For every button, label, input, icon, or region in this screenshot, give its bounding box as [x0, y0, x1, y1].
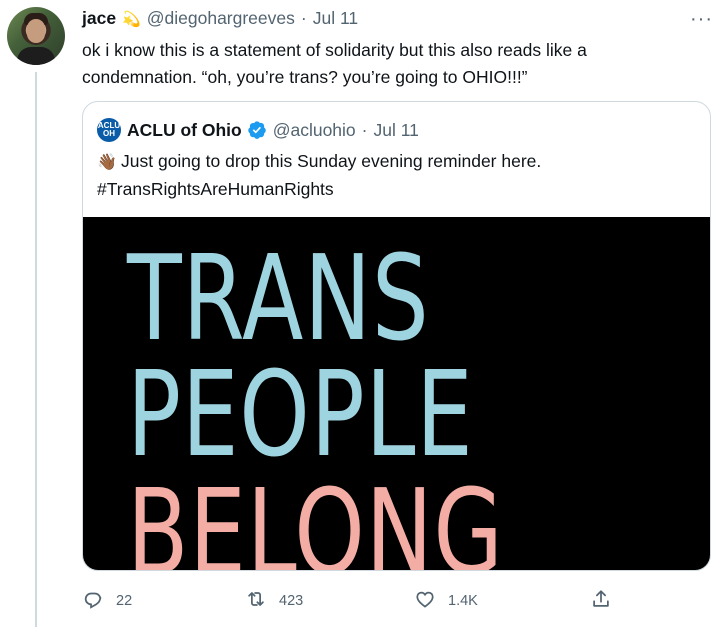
more-options-icon[interactable]: ··· [690, 8, 713, 31]
image-word-people: PEOPLE [127, 345, 474, 483]
quoted-author-handle[interactable]: @acluohio [273, 120, 356, 141]
like-count: 1.4K [448, 593, 478, 609]
logo-text-oh: OH [103, 129, 115, 138]
quoted-separator: · [361, 119, 368, 140]
like-button[interactable]: 1.4K [414, 588, 478, 614]
reply-count: 22 [116, 593, 133, 609]
quoted-header: ACLU OH ACLU of Ohio @acluohio · Jul 11 [97, 118, 419, 142]
waving-hand-icon: 👋🏾 [97, 154, 117, 171]
quoted-tweet[interactable]: ACLU OH ACLU of Ohio @acluohio · Jul 11 … [82, 101, 711, 571]
aclu-logo-avatar[interactable]: ACLU OH [97, 118, 121, 142]
sparkle-star-icon: 💫 [122, 10, 141, 28]
reply-icon [82, 588, 104, 614]
author-name[interactable]: jace [82, 8, 116, 29]
retweet-count: 423 [279, 593, 304, 609]
share-icon [590, 588, 612, 614]
tweet-date[interactable]: Jul 11 [313, 8, 358, 29]
quoted-text: 👋🏾 Just going to drop this Sunday evening… [97, 148, 697, 203]
like-icon [414, 588, 436, 614]
retweet-button[interactable]: 423 [245, 588, 303, 614]
tweet-header: jace 💫 @diegohargreeves · Jul 11 [82, 8, 358, 29]
reply-button[interactable]: 22 [82, 588, 132, 614]
tweet-actions: 22 423 1.4K [82, 588, 622, 614]
quoted-date[interactable]: Jul 11 [374, 120, 419, 141]
avatar-shirt [17, 47, 55, 65]
image-word-belong: BELONG [127, 463, 504, 571]
author-avatar[interactable] [7, 7, 65, 65]
hashtag-link[interactable]: #TransRightsAreHumanRights [97, 179, 334, 199]
share-button[interactable] [590, 588, 612, 614]
retweet-icon [245, 588, 267, 614]
header-separator: · [300, 8, 307, 28]
quoted-author-name[interactable]: ACLU of Ohio [127, 120, 242, 141]
quoted-media-image[interactable]: TRANS PEOPLE BELONG [83, 217, 710, 571]
quoted-text-line1: Just going to drop this Sunday evening r… [121, 151, 542, 171]
tweet-text: ok i know this is a statement of solidar… [82, 40, 587, 87]
thread-line [35, 72, 37, 627]
author-handle[interactable]: @diegohargreeves [147, 8, 295, 29]
avatar-face [27, 19, 45, 43]
image-word-trans: TRANS [127, 229, 430, 367]
verified-badge-icon [247, 120, 267, 140]
